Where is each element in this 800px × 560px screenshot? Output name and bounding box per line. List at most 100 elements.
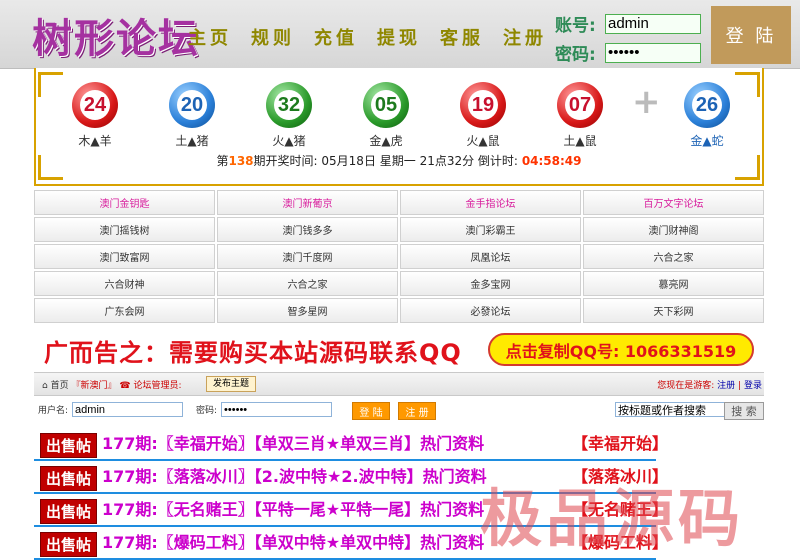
post-author[interactable]: 【幸福开始】 <box>572 430 668 454</box>
lottery-ball-1: 24 <box>72 82 118 128</box>
lottery-ball-3: 32 <box>266 82 312 128</box>
lottery-ball-6: 07 <box>557 82 603 128</box>
password-input[interactable] <box>605 42 701 63</box>
partner-link[interactable]: 智多星网 <box>217 298 398 323</box>
partner-link[interactable]: 金手指论坛 <box>400 190 581 215</box>
lottery-ball-2: 20 <box>169 82 215 128</box>
home-icon: ⌂ <box>42 381 48 391</box>
copy-qq-button[interactable]: 点击复制QQ号: 1066331519 <box>488 333 754 366</box>
site-logo[interactable]: 树形论坛 <box>32 6 200 64</box>
ball-label: 火▲鼠 <box>466 134 500 148</box>
lottery-ball-4: 05 <box>363 82 409 128</box>
partner-link[interactable]: 澳门千度网 <box>217 244 398 269</box>
status-login-link[interactable]: 登录 <box>744 381 762 391</box>
special-ball: 26 <box>684 82 730 128</box>
forum-password-input[interactable] <box>221 402 333 417</box>
main-nav: 主页 规则 充值 提现 客服 注册 <box>188 24 547 50</box>
forum-toolbar: ⌂ 首页 『新澳门』 ☎ 论坛管理员: 发布主题 您现在是游客: 注册 | 登录 <box>34 372 764 396</box>
new-topic-button[interactable]: 发布主题 <box>206 376 257 392</box>
partner-link[interactable]: 必發论坛 <box>400 298 581 323</box>
status-separator: | <box>738 381 742 391</box>
lottery-panel: 24 木▲羊 20 土▲猪 32 火▲猪 05 金▲虎 19 火▲鼠 07 土▲… <box>34 68 764 186</box>
nav-withdraw[interactable]: 提现 <box>377 24 421 50</box>
forum-admin: ☎ 论坛管理员: <box>119 381 182 391</box>
ball-number: 07 <box>565 90 595 120</box>
nav-register[interactable]: 注册 <box>503 24 547 50</box>
forum-breadcrumb: ⌂ 首页 『新澳门』 ☎ 论坛管理员: <box>42 378 181 391</box>
partner-link[interactable]: 澳门金钥匙 <box>34 190 215 215</box>
post-row[interactable]: 出售帖 177期:〖幸福开始〗【单双三肖★单双三肖】热门资料 【幸福开始】 <box>34 428 668 461</box>
ball-label: 木▲羊 <box>78 134 112 148</box>
partner-link[interactable]: 凤凰论坛 <box>400 244 581 269</box>
username-input[interactable] <box>605 13 701 34</box>
partner-link[interactable]: 广东会网 <box>34 298 215 323</box>
draw-issue: 138 <box>228 154 254 168</box>
forum-user-field: 用户名: <box>38 402 184 417</box>
forum-register-button[interactable]: 注 册 <box>398 402 436 420</box>
forum-username-input[interactable] <box>72 402 184 417</box>
partner-link[interactable]: 慕亮网 <box>583 271 764 296</box>
partner-link[interactable]: 澳门钱多多 <box>217 217 398 242</box>
partner-link[interactable]: 澳门致富网 <box>34 244 215 269</box>
ball-label: 土▲猪 <box>175 134 209 148</box>
lottery-ball-5: 19 <box>460 82 506 128</box>
partner-links-grid: 澳门金钥匙 澳门新葡京 金手指论坛 百万文字论坛澳门摇钱树 澳门钱多多 澳门彩霸王 澳门财神… <box>34 190 764 323</box>
ball-label: 金▲虎 <box>369 134 403 148</box>
sale-tag: 出售帖 <box>40 466 98 491</box>
partner-link[interactable]: 澳门财神阁 <box>583 217 764 242</box>
password-label: 密码: <box>555 45 596 65</box>
plus-icon: + <box>632 82 661 122</box>
post-title[interactable]: 177期:〖无名赌王〗【平特一尾★平特一尾】热门资料 <box>102 496 484 520</box>
forum-login-button[interactable]: 登 陆 <box>352 402 390 420</box>
guest-status: 您现在是游客: 注册 | 登录 <box>657 378 762 391</box>
nav-rules[interactable]: 规则 <box>251 24 295 50</box>
partner-link[interactable]: 天下彩网 <box>583 298 764 323</box>
frame-corner <box>735 72 760 97</box>
header-login-form: 账号: 密码: <box>555 10 701 68</box>
nav-service[interactable]: 客服 <box>440 24 484 50</box>
ball-number: 19 <box>468 90 498 120</box>
ball-label: 土▲鼠 <box>563 134 597 148</box>
post-title[interactable]: 177期:〖落落冰川〗【2.波中特★2.波中特】热门资料 <box>102 463 487 487</box>
partner-link[interactable]: 澳门新葡京 <box>217 190 398 215</box>
breadcrumb-home[interactable]: 首页 <box>51 381 69 391</box>
forum-user-label: 用户名: <box>38 406 69 416</box>
username-label: 账号: <box>555 16 596 36</box>
login-button[interactable]: 登 陆 <box>711 6 791 64</box>
frame-corner <box>38 72 63 97</box>
ball-number: 24 <box>80 90 110 120</box>
status-register-link[interactable]: 注册 <box>717 381 735 391</box>
post-title[interactable]: 177期:〖爆码工料〗【单双中特★单双中特】热门资料 <box>102 529 484 553</box>
forum-login-row: 用户名: 密码: 登 陆 注 册 搜 索 <box>34 400 764 422</box>
ad-banner-text: 广而告之：需要购买本站源码联系QQ <box>44 339 462 367</box>
countdown: 04:58:49 <box>521 154 582 168</box>
search-button[interactable]: 搜 索 <box>724 402 764 420</box>
ball-number: 32 <box>274 90 304 120</box>
forum-pass-field: 密码: <box>196 402 333 417</box>
search-input[interactable] <box>615 402 726 417</box>
draw-prefix: 第 <box>216 154 229 168</box>
partner-link[interactable]: 六合之家 <box>217 271 398 296</box>
nav-recharge[interactable]: 充值 <box>314 24 358 50</box>
nav-home[interactable]: 主页 <box>188 24 232 50</box>
top-header: 树形论坛 主页 规则 充值 提现 客服 注册 账号: 密码: 登 陆 <box>0 0 800 69</box>
partner-link[interactable]: 百万文字论坛 <box>583 190 764 215</box>
ball-label: 火▲猪 <box>272 134 306 148</box>
forum-pass-label: 密码: <box>196 406 218 416</box>
ball-number: 26 <box>692 90 722 120</box>
post-title[interactable]: 177期:〖幸福开始〗【单双三肖★单双三肖】热门资料 <box>102 430 484 454</box>
draw-time: 期开奖时间: 05月18日 星期一 21点32分 倒计时: <box>253 154 518 168</box>
special-ball-label: 金▲蛇 <box>690 134 724 148</box>
partner-link[interactable]: 六合财神 <box>34 271 215 296</box>
ball-number: 20 <box>177 90 207 120</box>
partner-link[interactable]: 澳门摇钱树 <box>34 217 215 242</box>
guest-label: 您现在是游客: <box>657 381 715 391</box>
partner-link[interactable]: 金多宝网 <box>400 271 581 296</box>
partner-link[interactable]: 六合之家 <box>583 244 764 269</box>
ball-number: 05 <box>371 90 401 120</box>
breadcrumb-section[interactable]: 『新澳门』 <box>71 381 116 391</box>
draw-info: 第138期开奖时间: 05月18日 星期一 21点32分 倒计时: 04:58:… <box>36 152 762 169</box>
sale-tag: 出售帖 <box>40 433 98 458</box>
partner-link[interactable]: 澳门彩霸王 <box>400 217 581 242</box>
sale-tag: 出售帖 <box>40 499 98 524</box>
